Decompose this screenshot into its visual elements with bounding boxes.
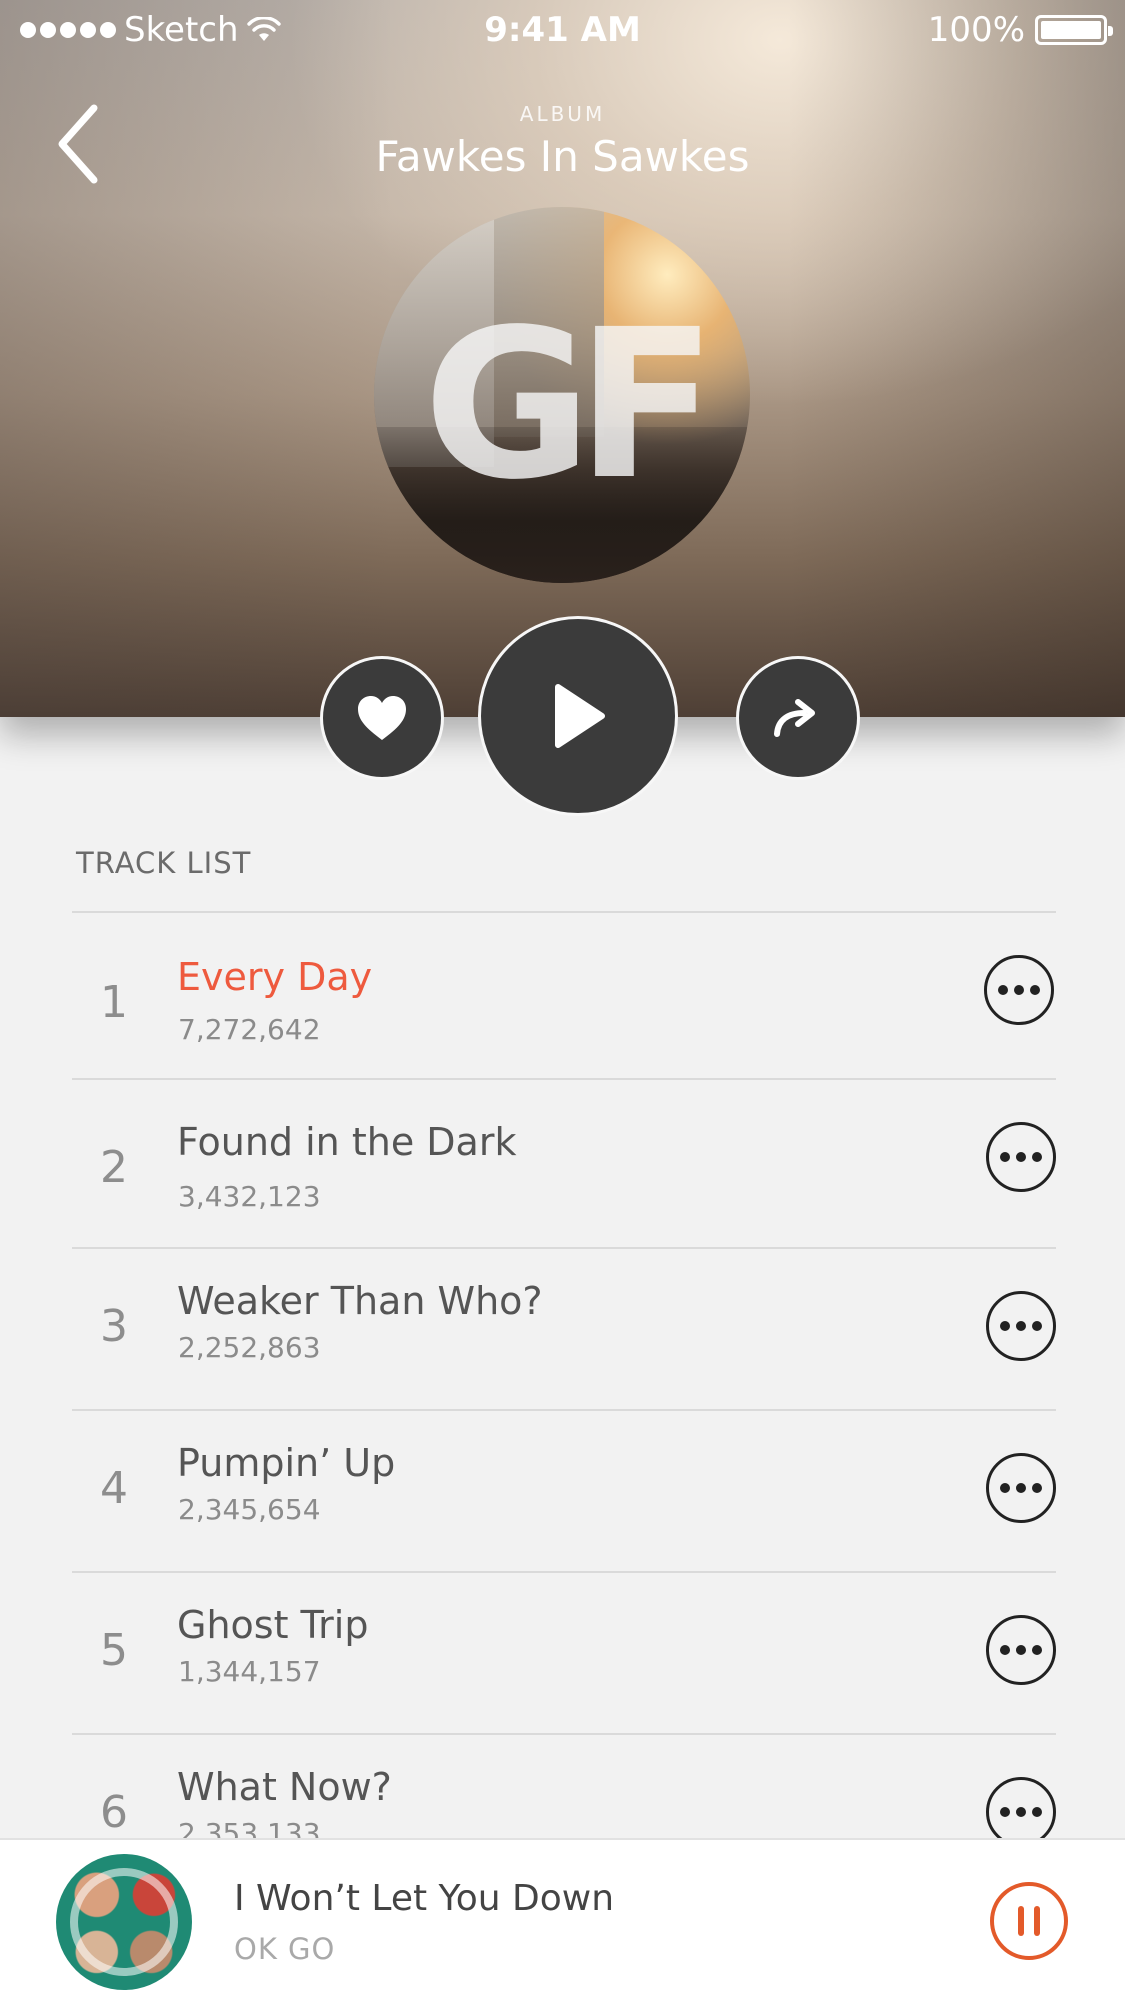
track-row[interactable]: 4 Pumpin’ Up 2,345,654 <box>72 1411 1056 1573</box>
track-more-button[interactable] <box>984 955 1054 1025</box>
heart-icon <box>358 696 406 740</box>
pause-icon <box>1034 1906 1040 1936</box>
track-number: 4 <box>100 1463 128 1514</box>
track-more-button[interactable] <box>986 1291 1056 1361</box>
track-number: 1 <box>100 977 128 1028</box>
play-button[interactable] <box>478 616 678 816</box>
track-plays: 7,272,642 <box>178 1013 321 1046</box>
pause-icon <box>1018 1906 1024 1936</box>
track-title: Ghost Trip <box>177 1603 369 1647</box>
tracklist-heading: TRACK LIST <box>76 846 252 880</box>
track-title: What Now? <box>177 1765 392 1809</box>
track-number: 5 <box>100 1625 128 1676</box>
cover-logo: GF <box>423 285 717 525</box>
track-more-button[interactable] <box>986 1615 1056 1685</box>
now-playing-title: I Won’t Let You Down <box>234 1878 615 1919</box>
like-button[interactable] <box>320 656 444 780</box>
now-playing-artist: OK GO <box>234 1932 336 1966</box>
battery-percent: 100% <box>927 10 1025 50</box>
track-row[interactable]: 1 Every Day 7,272,642 <box>72 913 1056 1075</box>
track-title: Found in the Dark <box>177 1120 517 1164</box>
share-button[interactable] <box>736 656 860 780</box>
track-more-button[interactable] <box>986 1777 1056 1847</box>
track-plays: 1,344,157 <box>178 1655 321 1688</box>
track-more-button[interactable] <box>986 1453 1056 1523</box>
play-icon <box>555 684 605 748</box>
track-plays: 2,252,863 <box>178 1331 321 1364</box>
track-plays: 3,432,123 <box>178 1180 321 1213</box>
album-title: Fawkes In Sawkes <box>375 132 750 181</box>
track-title: Every Day <box>177 955 373 999</box>
now-playing-bar[interactable]: I Won’t Let You Down OK GO <box>0 1838 1125 2001</box>
track-plays: 2,345,654 <box>178 1493 321 1526</box>
track-number: 3 <box>100 1301 128 1352</box>
track-number: 6 <box>100 1787 128 1838</box>
track-row[interactable]: 3 Weaker Than Who? 2,252,863 <box>72 1249 1056 1411</box>
pause-button[interactable] <box>990 1882 1068 1960</box>
status-right: 100% <box>927 10 1113 50</box>
battery-icon <box>1035 15 1113 45</box>
now-playing-artwork <box>56 1854 192 1990</box>
track-title: Pumpin’ Up <box>177 1441 396 1485</box>
album-eyebrow: ALBUM <box>519 102 606 126</box>
track-more-button[interactable] <box>986 1122 1056 1192</box>
track-number: 2 <box>100 1142 128 1193</box>
status-bar: Sketch 9:41 AM 100% <box>0 0 1125 60</box>
track-title: Weaker Than Who? <box>177 1279 543 1323</box>
album-cover: GF <box>374 207 750 583</box>
track-row[interactable]: 2 Found in the Dark 3,432,123 <box>72 1080 1056 1242</box>
track-row[interactable]: 5 Ghost Trip 1,344,157 <box>72 1573 1056 1735</box>
album-header: Sketch 9:41 AM 100% ALBUM Fawkes In Sawk… <box>0 0 1125 717</box>
share-arrow-icon <box>774 699 815 737</box>
